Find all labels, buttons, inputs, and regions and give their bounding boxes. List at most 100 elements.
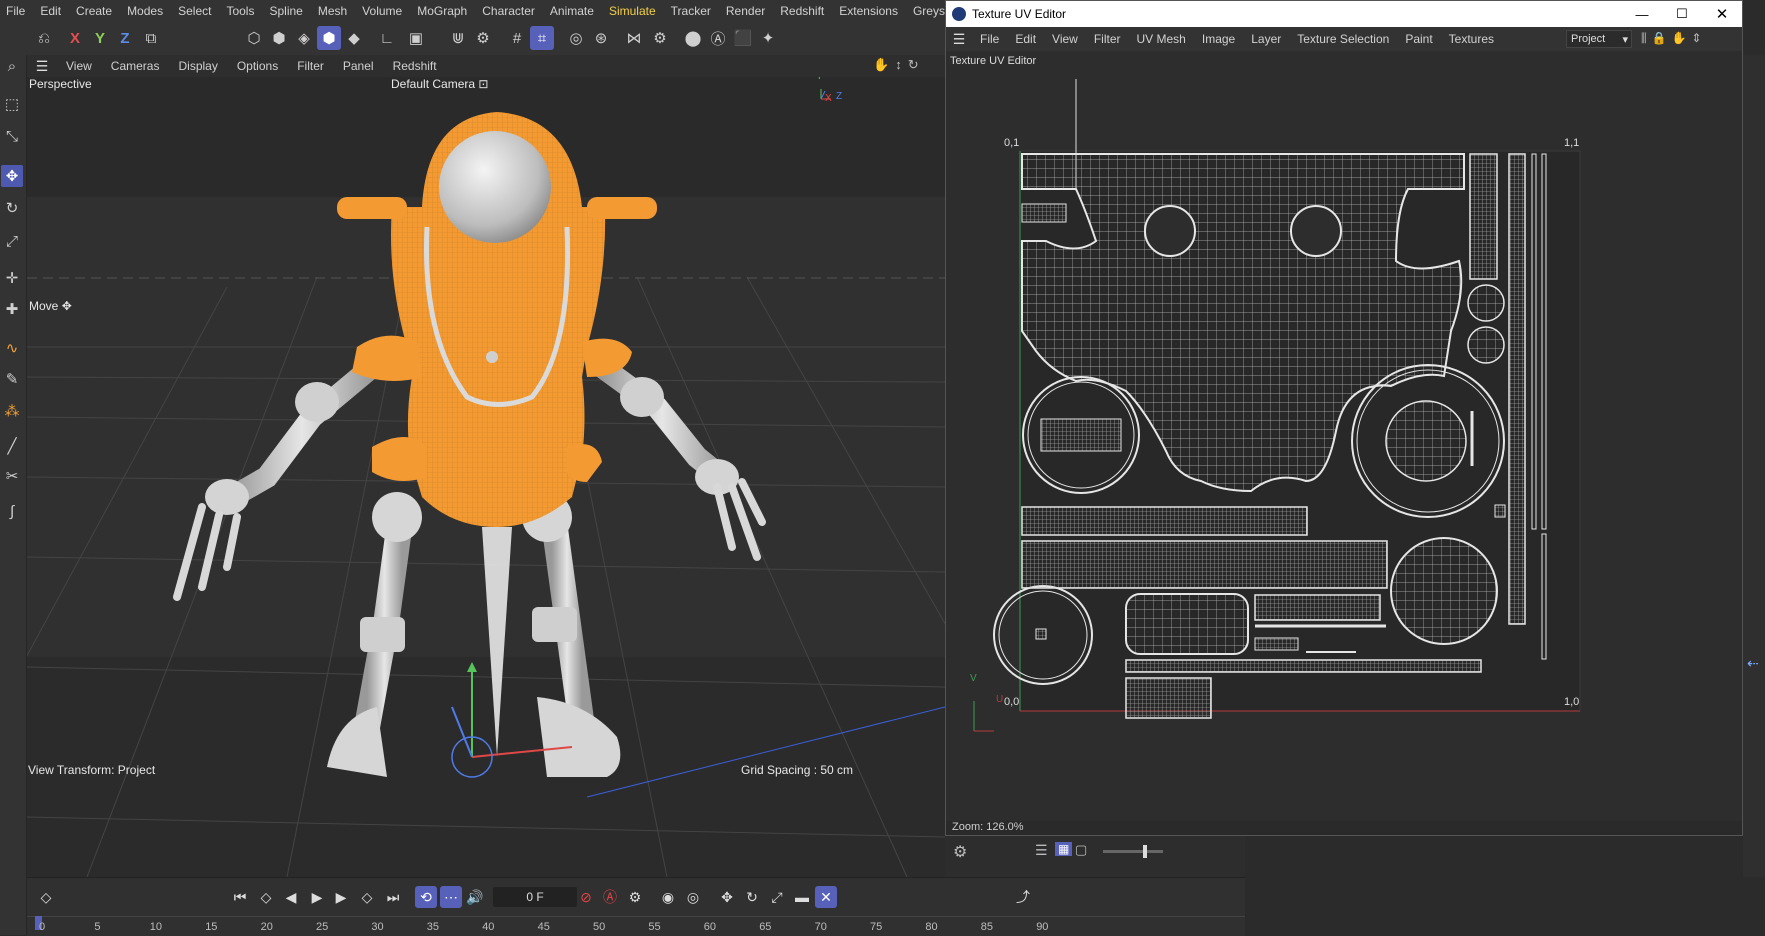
settings-icon[interactable]: ⚙ — [648, 26, 672, 50]
sound-icon[interactable]: 🔊 — [464, 886, 486, 908]
axis-mode-icon[interactable]: ∟ — [375, 26, 399, 50]
key-rot-icon[interactable]: ◎ — [682, 886, 704, 908]
loop-icon[interactable]: ⟲ — [415, 886, 437, 908]
lock-z-axis-button[interactable]: Z — [113, 26, 137, 50]
uv-pan-icon[interactable]: ✋ — [1671, 31, 1686, 46]
menu-extensions[interactable]: Extensions — [833, 4, 907, 18]
gear-icon[interactable]: ⚙ — [953, 842, 967, 862]
list-view-icon[interactable]: ☰ — [1035, 842, 1048, 859]
live-select-icon[interactable]: ⤡ — [1, 125, 23, 147]
uv-menu-edit[interactable]: Edit — [1007, 32, 1044, 46]
uv-hamburger-icon[interactable]: ☰ — [946, 31, 972, 48]
perspective-viewport[interactable]: Perspective Default Camera ⊡ Move ✥ View… — [27, 77, 945, 877]
hamburger-icon[interactable]: ☰ — [27, 58, 57, 75]
menu-mograph[interactable]: MoGraph — [411, 4, 476, 18]
menu-animate[interactable]: Animate — [544, 4, 603, 18]
uv-menu-image[interactable]: Image — [1194, 32, 1243, 46]
param-icon[interactable]: ▬ — [791, 886, 813, 908]
pla-icon[interactable]: ✕ — [815, 886, 837, 908]
play-icon[interactable]: ▶ — [306, 886, 328, 908]
menu-edit[interactable]: Edit — [34, 4, 70, 18]
render-settings-icon[interactable]: ⊛ — [589, 26, 613, 50]
menu-volume[interactable]: Volume — [356, 4, 411, 18]
grid-view-icon[interactable]: ▦ — [1055, 842, 1073, 856]
menu-modes[interactable]: Modes — [121, 4, 172, 18]
menu-tracker[interactable]: Tracker — [665, 4, 720, 18]
snap-settings-icon[interactable]: ⚙ — [471, 26, 495, 50]
menu-mesh[interactable]: Mesh — [312, 4, 356, 18]
uv-menu-uv-mesh[interactable]: UV Mesh — [1129, 32, 1194, 46]
brush-icon[interactable]: ╱ — [1, 435, 23, 457]
collapse-arrow-icon[interactable]: ⇠ — [1747, 655, 1759, 672]
path-icon[interactable]: ∫ — [1, 500, 23, 522]
key-pos-icon[interactable]: ◉ — [657, 886, 679, 908]
close-icon[interactable]: ✕ — [1702, 5, 1742, 23]
prev-frame-icon[interactable]: ◀ — [280, 886, 302, 908]
histogram-icon[interactable]: ⫼ — [1641, 31, 1647, 46]
uv-menu-layer[interactable]: Layer — [1243, 32, 1289, 46]
dolly-icon[interactable]: ↕ — [895, 57, 902, 73]
uv-menu-filter[interactable]: Filter — [1086, 32, 1129, 46]
object-mode-icon[interactable]: ⬢ — [267, 26, 291, 50]
model-mode-icon[interactable]: ⬡ — [242, 26, 266, 50]
uv-layout[interactable] — [946, 51, 1742, 821]
lock-x-axis-button[interactable]: X — [63, 26, 87, 50]
uv-mode-icon[interactable]: ◆ — [342, 26, 366, 50]
lock-icon[interactable]: 🔒 — [1652, 31, 1667, 46]
next-key-icon[interactable]: ◇ — [356, 886, 378, 908]
grid-icon[interactable]: # — [505, 26, 529, 50]
viewport-menu-cameras[interactable]: Cameras — [102, 59, 170, 73]
light-icon[interactable]: ✦ — [756, 26, 780, 50]
autokey-icon[interactable]: Ⓐ — [599, 886, 621, 908]
symmetry-icon[interactable]: ⋈ — [622, 26, 646, 50]
viewport-menu-view[interactable]: View — [57, 59, 102, 73]
text-tool-icon[interactable]: Ⓐ — [706, 26, 730, 50]
uv-menu-texture-selection[interactable]: Texture Selection — [1289, 32, 1397, 46]
coordinate-system-icon[interactable]: ⧉ — [139, 26, 163, 50]
search-icon[interactable]: ⌕ — [1, 55, 23, 77]
size-slider-handle[interactable] — [1143, 845, 1147, 858]
pan-icon[interactable]: ✋ — [873, 57, 889, 73]
menu-select[interactable]: Select — [172, 4, 220, 18]
viewport-menu-options[interactable]: Options — [228, 59, 288, 73]
go-to-end-icon[interactable]: ⏭ — [382, 886, 404, 908]
magnet-icon[interactable]: ⋓ — [446, 26, 470, 50]
cloner-icon[interactable]: ⁂ — [1, 400, 23, 422]
record-icon[interactable]: ⊘ — [575, 886, 597, 908]
menu-redshift[interactable]: Redshift — [774, 4, 833, 18]
texture-mode-icon[interactable]: ▣ — [404, 26, 428, 50]
lock-y-axis-button[interactable]: Y — [88, 26, 112, 50]
size-slider[interactable] — [1103, 845, 1163, 858]
motion-scale-icon[interactable]: ⤢ — [766, 886, 788, 908]
sketch-icon[interactable]: ✎ — [1, 368, 23, 390]
menu-character[interactable]: Character — [476, 4, 544, 18]
viewport-scene[interactable] — [27, 77, 945, 877]
menu-simulate[interactable]: Simulate — [603, 4, 665, 18]
uv-zoom-icon[interactable]: ⇕ — [1691, 31, 1701, 46]
menu-create[interactable]: Create — [70, 4, 121, 18]
transform-icon[interactable]: ✛ — [1, 267, 23, 289]
select-tool-icon[interactable]: ⬚ — [1, 93, 23, 115]
go-to-start-icon[interactable]: ⏮ — [229, 886, 251, 908]
uv-menu-file[interactable]: File — [972, 32, 1007, 46]
menu-file[interactable]: File — [0, 4, 34, 18]
single-view-icon[interactable]: ▢ — [1075, 842, 1087, 858]
menu-render[interactable]: Render — [720, 4, 774, 18]
undo-icon[interactable]: ⎌ — [32, 26, 56, 50]
orbit-icon[interactable]: ↻ — [908, 57, 919, 73]
motion-rot-icon[interactable]: ↻ — [741, 886, 763, 908]
camera-label[interactable]: Default Camera ⊡ — [391, 77, 488, 91]
viewport-menu-display[interactable]: Display — [169, 59, 227, 73]
transform-multi-icon[interactable]: ✚ — [1, 298, 23, 320]
uv-menu-view[interactable]: View — [1044, 32, 1086, 46]
next-frame-icon[interactable]: ▶ — [330, 886, 352, 908]
current-frame-field[interactable]: 0 F — [493, 887, 577, 907]
redshift-icon[interactable]: ⬤ — [681, 26, 705, 50]
menu-tools[interactable]: Tools — [220, 4, 263, 18]
move-tool-icon[interactable]: ✥ — [1, 165, 23, 187]
viewport-menu-filter[interactable]: Filter — [288, 59, 334, 73]
render-view-icon[interactable]: ◎ — [564, 26, 588, 50]
polygons-mode-icon[interactable]: ⬢ — [317, 26, 341, 50]
cube-icon[interactable]: ⬛ — [731, 26, 755, 50]
uv-canvas[interactable]: Texture UV Editor 0,1 1,1 0,0 1,0 V U — [946, 51, 1742, 821]
